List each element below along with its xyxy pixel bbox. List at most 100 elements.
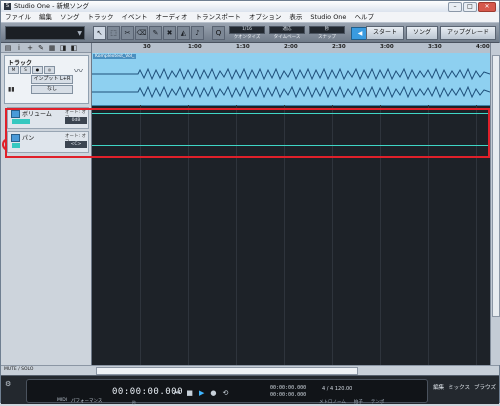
time-format-label: 秒	[132, 400, 136, 405]
arrange-view[interactable]: 30 1:00 1:30 2:00 2:30 3:00 3:30 4:00 Ko…	[92, 43, 490, 365]
ruler-label: 1:30	[236, 44, 250, 50]
track-buttons: M S ● ◎	[8, 66, 55, 74]
automation-lane-pan[interactable]: パン オート: オフ <C>	[7, 131, 89, 153]
eraser-tool-icon[interactable]: ⌫	[135, 26, 148, 40]
grid-line	[428, 105, 429, 365]
menu-event[interactable]: イベント	[118, 12, 152, 22]
vertical-scrollbar[interactable]	[490, 43, 500, 365]
tempo-signature[interactable]: 4 / 4 120.00	[322, 386, 352, 392]
ruler-label: 2:00	[284, 44, 298, 50]
monitor-button[interactable]: ◎	[44, 66, 55, 74]
pan-value[interactable]: <C>	[65, 141, 87, 148]
edit-tab[interactable]: 編集	[433, 383, 444, 391]
menu-track[interactable]: トラック	[84, 12, 118, 22]
level-icon: ▮▮	[8, 86, 15, 93]
track-header[interactable]: トラック M S ● ◎ 〰 インプット L+R なし ▮▮	[4, 55, 89, 104]
time-display[interactable]: 00:00:00.000	[112, 387, 183, 397]
snap-value[interactable]: 秒	[309, 26, 345, 34]
loop-icon[interactable]: ⟲	[222, 389, 228, 398]
volume-value[interactable]: 0dB	[65, 117, 87, 124]
quantize-group[interactable]: 1/16 クオンタイズ	[229, 26, 265, 40]
app-icon: S	[4, 3, 11, 10]
volume-bar[interactable]	[12, 119, 30, 124]
zoom-icon[interactable]: ◨	[59, 44, 67, 52]
grid-line	[476, 105, 477, 365]
maximize-button[interactable]: □	[463, 2, 477, 12]
upgrade-button[interactable]: アップグレード	[439, 26, 496, 40]
pan-automation-line[interactable]	[92, 145, 490, 146]
input-select[interactable]: インプット L+R	[31, 75, 73, 84]
horizontal-scrollbar[interactable]	[96, 367, 358, 375]
bend-tool-icon[interactable]: ◭	[177, 26, 190, 40]
settings-icon[interactable]: ⚙	[5, 380, 25, 400]
left-locator[interactable]: 00:00:00.000	[270, 385, 306, 392]
grid-line	[332, 105, 333, 365]
mix-tab[interactable]: ミックス	[448, 383, 470, 391]
transport-bar: ⚙ MIDI パフォーマンス 00:00:00.000 秒 ⏮ ■ ▶ ● ⟲ …	[1, 375, 499, 405]
pan-bar[interactable]	[12, 143, 20, 148]
menu-options[interactable]: オプション	[245, 12, 286, 22]
quantize-icon[interactable]: Q	[212, 26, 225, 40]
menu-transport[interactable]: トランスポート	[192, 12, 245, 22]
record-icon[interactable]: ●	[210, 389, 216, 398]
pen-icon[interactable]: ✎	[37, 44, 45, 52]
tool-icon[interactable]: ▦	[48, 44, 56, 52]
menu-studio-one[interactable]: Studio One	[306, 12, 350, 22]
tempo-label: テンポ	[370, 400, 385, 405]
timebase-label: タイムベース	[273, 35, 301, 40]
close-button[interactable]: ✕	[478, 2, 496, 12]
menu-file[interactable]: ファイル	[1, 12, 35, 22]
transport-panel: MIDI パフォーマンス 00:00:00.000 秒 ⏮ ■ ▶ ● ⟲ 00…	[26, 379, 428, 405]
pin-icon[interactable]: ◧	[70, 44, 78, 52]
volume-automation-line[interactable]	[92, 113, 490, 114]
browse-tab[interactable]: ブラウズ	[474, 383, 496, 391]
grid-line	[284, 105, 285, 365]
menu-audio[interactable]: オーディオ	[152, 12, 192, 22]
mute-button[interactable]: M	[8, 66, 19, 74]
automation-lane-volume[interactable]: ボリューム オート: オフ 0dB	[7, 107, 89, 129]
tempo-value[interactable]: 120.00	[335, 386, 353, 392]
mute-solo-label[interactable]: MUTE / SOLO	[4, 367, 33, 372]
minimize-button[interactable]: –	[448, 2, 462, 12]
solo-button[interactable]: S	[20, 66, 31, 74]
stop-icon[interactable]: ■	[186, 389, 193, 398]
start-page-button[interactable]: スタート	[365, 26, 404, 40]
menu-help[interactable]: ヘルプ	[350, 12, 378, 22]
info-icon[interactable]: i	[15, 44, 23, 52]
song-page-button[interactable]: ソング	[405, 26, 438, 40]
range-tool-icon[interactable]: ⬚	[107, 26, 120, 40]
loop-locators[interactable]: 00:00:00.000 00:00:00.000	[270, 385, 306, 399]
quantize-value[interactable]: 1/16	[229, 26, 265, 34]
signature-value[interactable]: 4 / 4	[322, 386, 333, 392]
arrow-tool-icon[interactable]: ↖	[93, 26, 106, 40]
listen-tool-icon[interactable]: ♪	[191, 26, 204, 40]
split-tool-icon[interactable]: ✂	[121, 26, 134, 40]
menu-view[interactable]: 表示	[285, 12, 306, 22]
right-locator[interactable]: 00:00:00.000	[270, 392, 306, 399]
menu-edit[interactable]: 編集	[35, 12, 56, 22]
signature-label: 拍子	[353, 400, 363, 405]
audio-event[interactable]: Komplextest_Vol_	[92, 53, 490, 106]
midi-label: MIDI	[57, 398, 68, 403]
event-name: Komplextest_Vol_	[93, 54, 137, 59]
mute-tool-icon[interactable]: ✖	[163, 26, 176, 40]
timebase-value[interactable]: 適応	[269, 26, 305, 34]
snap-group[interactable]: 秒 スナップ	[309, 26, 345, 40]
timebase-group[interactable]: 適応 タイムベース	[269, 26, 305, 40]
rewind-icon[interactable]: ⏮	[174, 389, 180, 398]
toolbar: ▼ ↖ ⬚ ✂ ⌫ ✎ ✖ ◭ ♪ Q 1/16 クオンタイズ 適応 タイムベー…	[1, 23, 499, 43]
output-select[interactable]: なし	[31, 85, 73, 94]
song-selector[interactable]: ▼	[5, 26, 85, 40]
scroll-thumb[interactable]	[492, 55, 500, 317]
metronome-label[interactable]: メトロノーム	[319, 399, 346, 405]
waveform-right	[92, 85, 490, 99]
play-icon[interactable]: ▶	[199, 389, 204, 398]
add-track-icon[interactable]: +	[26, 44, 34, 52]
grid-line	[188, 105, 189, 365]
paint-tool-icon[interactable]: ✎	[149, 26, 162, 40]
list-icon[interactable]: ▤	[4, 44, 12, 52]
record-button[interactable]: ●	[32, 66, 43, 74]
automation-name: ボリューム	[22, 111, 52, 118]
menu-song[interactable]: ソング	[56, 12, 84, 22]
waveform-icon: 〰	[73, 67, 83, 77]
